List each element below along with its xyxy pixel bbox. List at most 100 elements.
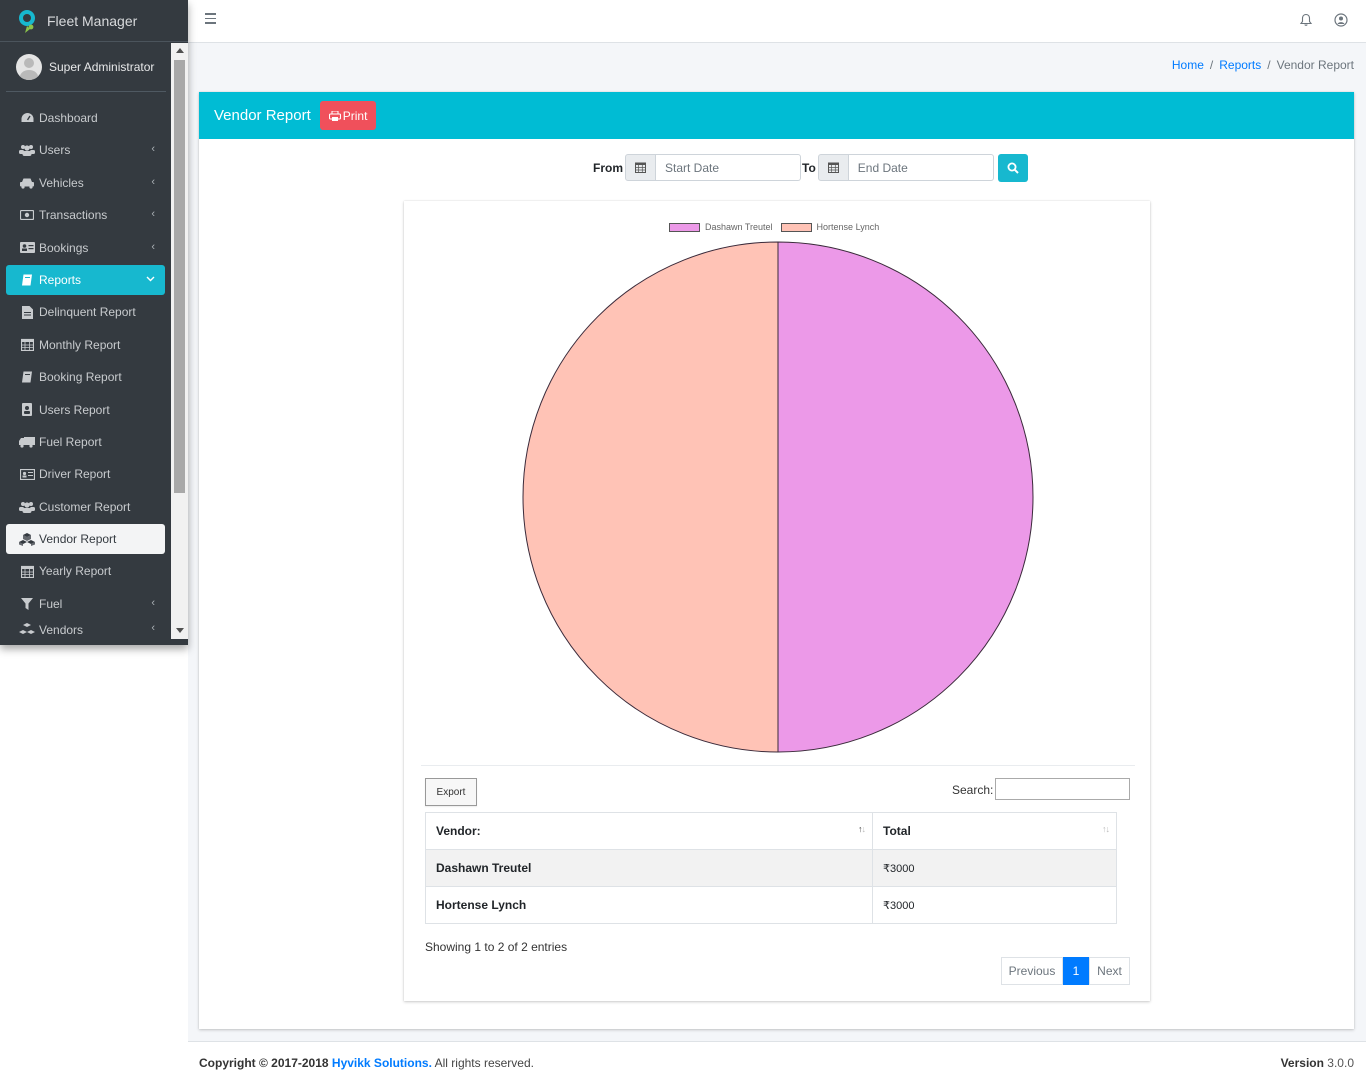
search-button[interactable]	[997, 153, 1028, 182]
chevron-left-icon: ‹	[151, 208, 155, 221]
page-title: Vendor Report	[214, 107, 311, 124]
search-icon	[1007, 162, 1019, 174]
legend-swatch	[780, 222, 812, 232]
sidebar-item-users[interactable]: Users ‹	[6, 135, 165, 165]
scroll-down-arrow-icon[interactable]	[176, 628, 184, 633]
address-card-icon	[19, 241, 35, 254]
chevron-left-icon: ‹	[151, 175, 155, 188]
sidebar-item-vendor-report[interactable]: Vendor Report	[6, 524, 165, 555]
sidebar-item-reports[interactable]: Reports	[6, 264, 165, 295]
footer-version: Version 3.0.0	[1280, 1056, 1354, 1070]
sidebar-scroll-thumb[interactable]	[174, 60, 185, 493]
pie-slice-0[interactable]	[777, 241, 1034, 753]
brand-title: Fleet Manager	[47, 12, 138, 29]
sidebar-item-vendors[interactable]: Vendors ‹	[6, 621, 165, 635]
column-header-vendor[interactable]: Vendor: ↑↓	[425, 812, 873, 850]
dashboard-icon	[19, 112, 35, 125]
vendor-pie-chart	[522, 241, 1034, 753]
print-button[interactable]: Print	[319, 101, 377, 130]
cubes-icon	[19, 623, 35, 635]
breadcrumb-home[interactable]: Home	[1172, 58, 1204, 72]
legend-swatch	[669, 222, 700, 232]
calendar-icon	[19, 338, 35, 352]
column-header-total[interactable]: Total ↑↓	[872, 812, 1117, 850]
vendor-report-card: Vendor Report Print From To Dashawn Treu…	[199, 92, 1354, 1029]
address-book-icon	[19, 403, 35, 417]
print-icon	[328, 110, 341, 121]
sidebar-item-fuel-report[interactable]: Fuel Report	[6, 427, 165, 457]
sidebar-item-driver-report[interactable]: Driver Report	[6, 459, 165, 489]
chart-card: Dashawn Treutel Hortense Lynch Export Se…	[404, 201, 1150, 1001]
users-icon	[19, 144, 35, 157]
breadcrumb-current: Vendor Report	[1276, 58, 1354, 72]
sidebar-item-vehicles[interactable]: Vehicles ‹	[6, 168, 165, 198]
breadcrumb: Home / Reports / Vendor Report	[1171, 58, 1354, 72]
chevron-left-icon: ‹	[151, 143, 155, 156]
sidebar-item-dashboard[interactable]: Dashboard	[6, 103, 165, 133]
start-date-input[interactable]	[656, 154, 801, 181]
sidebar-menu: Dashboard Users ‹ Vehicles ‹ Transaction…	[6, 103, 165, 638]
sort-icon: ↑↓	[858, 824, 866, 834]
top-navbar	[188, 0, 1366, 43]
fleet-logo-icon	[19, 9, 35, 33]
table-search-input[interactable]	[995, 778, 1130, 800]
sidebar-item-yearly-report[interactable]: Yearly Report	[6, 556, 165, 586]
file-icon	[19, 305, 35, 319]
to-label: To	[802, 160, 816, 175]
sidebar-item-bookings[interactable]: Bookings ‹	[6, 233, 165, 263]
date-filter: From To	[593, 153, 1028, 182]
pagination-page-1[interactable]: 1	[1063, 957, 1089, 985]
pagination: Previous 1 Next	[1001, 957, 1130, 985]
filter-icon	[19, 597, 35, 610]
pagination-next[interactable]: Next	[1089, 957, 1130, 985]
sidebar-item-customer-report[interactable]: Customer Report	[6, 492, 165, 522]
user-panel[interactable]: Super Administrator	[6, 42, 166, 92]
sidebar: Fleet Manager Super Administrator Dashbo…	[0, 0, 188, 645]
legend-entry-0[interactable]: Dashawn Treutel	[669, 222, 773, 232]
calendar-icon[interactable]	[817, 154, 849, 181]
footer-company-link[interactable]: Hyvikk Solutions.	[332, 1056, 432, 1070]
export-button[interactable]: Export	[425, 778, 477, 806]
legend-entry-1[interactable]: Hortense Lynch	[780, 222, 880, 232]
cubes-icon	[19, 532, 35, 546]
sidebar-scrollbar[interactable]	[171, 43, 188, 639]
avatar	[16, 53, 42, 80]
breadcrumb-reports[interactable]: Reports	[1219, 58, 1261, 72]
legend-label: Hortense Lynch	[816, 222, 880, 232]
total-cell: ₹3000	[872, 849, 1117, 887]
from-label: From	[593, 160, 623, 175]
table-info: Showing 1 to 2 of 2 entries	[425, 940, 568, 954]
table-row: Hortense Lynch ₹3000	[425, 886, 1117, 924]
book-icon	[19, 371, 35, 384]
sidebar-item-users-report[interactable]: Users Report	[6, 395, 165, 425]
sidebar-item-fuel[interactable]: Fuel ‹	[6, 589, 165, 619]
truck-icon	[19, 435, 35, 448]
search-label: Search:	[952, 783, 994, 797]
chart-legend: Dashawn Treutel Hortense Lynch	[669, 222, 887, 232]
menu-toggle-icon[interactable]	[205, 13, 216, 26]
table-row: Dashawn Treutel ₹3000	[425, 849, 1117, 887]
sidebar-item-monthly-report[interactable]: Monthly Report	[6, 330, 165, 360]
user-circle-icon[interactable]	[1334, 13, 1348, 27]
footer: Copyright © 2017-2018 Hyvikk Solutions. …	[188, 1041, 1366, 1074]
scroll-up-arrow-icon[interactable]	[176, 48, 184, 53]
footer-copyright: Copyright © 2017-2018 Hyvikk Solutions. …	[199, 1056, 534, 1070]
sidebar-item-transactions[interactable]: Transactions ‹	[6, 200, 165, 230]
brand[interactable]: Fleet Manager	[0, 0, 188, 42]
users-icon	[19, 500, 35, 513]
pie-slice-1[interactable]	[522, 241, 779, 753]
vendor-cell: Hortense Lynch	[425, 886, 873, 924]
table-header-row: Vendor: ↑↓ Total ↑↓	[425, 812, 1117, 850]
card-header: Vendor Report Print	[199, 92, 1354, 139]
chevron-left-icon: ‹	[151, 622, 155, 635]
calendar-icon	[19, 565, 35, 578]
end-date-input[interactable]	[848, 154, 994, 181]
sidebar-item-booking-report[interactable]: Booking Report	[6, 362, 165, 392]
calendar-icon[interactable]	[625, 154, 656, 181]
bell-icon[interactable]	[1299, 13, 1313, 27]
money-icon	[19, 209, 35, 222]
chevron-left-icon: ‹	[151, 596, 155, 609]
sort-icon: ↑↓	[1102, 824, 1110, 834]
sidebar-item-delinquent-report[interactable]: Delinquent Report	[6, 297, 165, 327]
pagination-previous[interactable]: Previous	[1001, 957, 1063, 985]
